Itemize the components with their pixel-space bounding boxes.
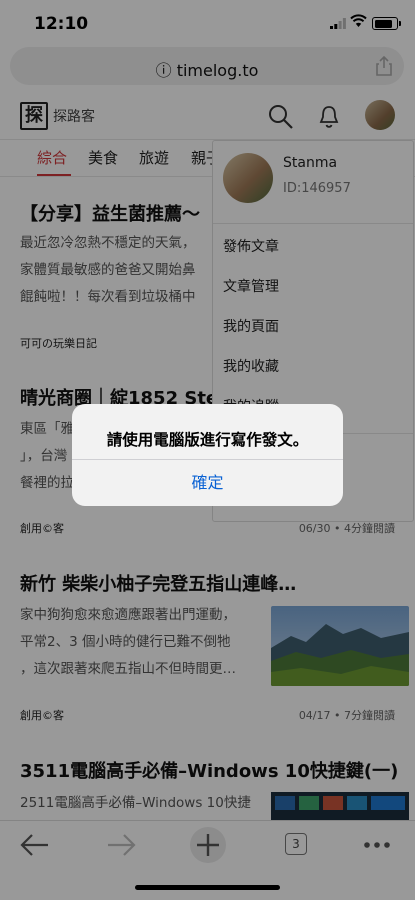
confirm-button[interactable]: 確定 xyxy=(72,460,343,506)
alert-message: 請使用電腦版進行寫作發文。 xyxy=(106,431,309,449)
alert-dialog: 請使用電腦版進行寫作發文。 確定 xyxy=(72,404,343,506)
home-indicator[interactable] xyxy=(135,885,280,890)
